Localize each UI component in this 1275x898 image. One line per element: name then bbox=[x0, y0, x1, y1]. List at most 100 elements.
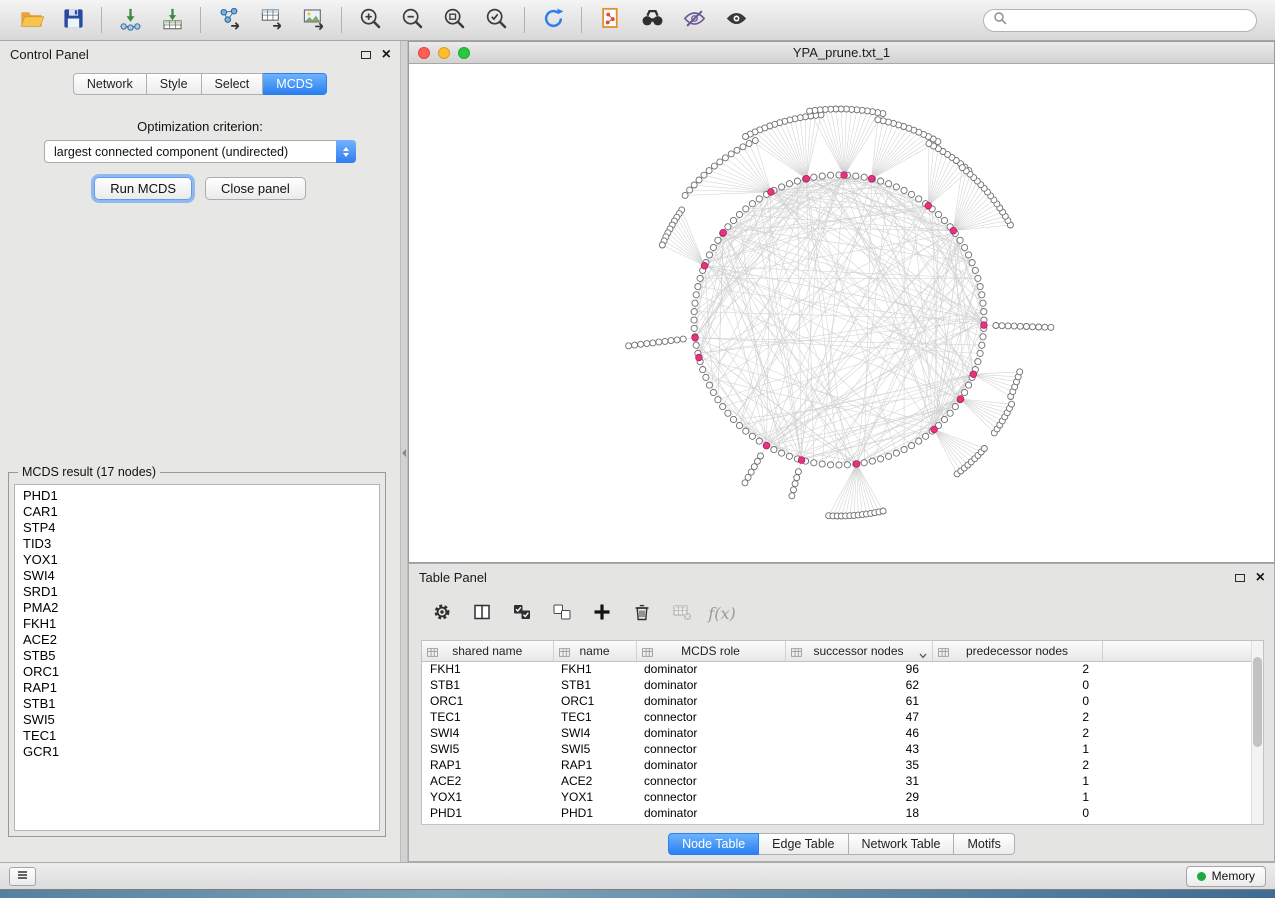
table-row[interactable]: ACE2ACE2connector311 bbox=[422, 773, 1263, 789]
delete-column-button[interactable] bbox=[625, 596, 659, 630]
control-panel: Control Panel × NetworkStyleSelectMCDS O… bbox=[0, 41, 400, 862]
hide-graphics-button[interactable] bbox=[673, 3, 715, 37]
search-input[interactable] bbox=[1013, 12, 1247, 29]
mcds-result-item[interactable]: STP4 bbox=[23, 520, 379, 536]
run-mcds-button[interactable]: Run MCDS bbox=[94, 177, 192, 200]
tab-edge-table[interactable]: Edge Table bbox=[759, 833, 848, 855]
import-table-disabled-button[interactable] bbox=[665, 596, 699, 630]
table-row[interactable]: PHD1PHD1dominator180 bbox=[422, 805, 1263, 821]
export-image-button[interactable] bbox=[292, 3, 334, 37]
mcds-result-item[interactable]: FKH1 bbox=[23, 616, 379, 632]
function-builder-button[interactable]: f(x) bbox=[705, 596, 739, 630]
show-columns-button[interactable] bbox=[465, 596, 499, 630]
clone-network-button[interactable] bbox=[589, 3, 631, 37]
zoom-selected-icon bbox=[484, 6, 509, 34]
panel-splitter[interactable] bbox=[400, 41, 408, 862]
network-search-box[interactable] bbox=[983, 9, 1257, 32]
mcds-result-item[interactable]: CAR1 bbox=[23, 504, 379, 520]
hide-graphics-icon bbox=[682, 6, 707, 34]
column-header-name[interactable]: name bbox=[553, 641, 636, 661]
column-type-icon bbox=[938, 646, 949, 660]
mcds-result-item[interactable]: PHD1 bbox=[23, 488, 379, 504]
show-graphics-button[interactable] bbox=[715, 3, 757, 37]
table-row[interactable]: YOX1YOX1connector291 bbox=[422, 789, 1263, 805]
table-row[interactable]: STB1STB1dominator620 bbox=[422, 677, 1263, 693]
mcds-result-item[interactable]: STB1 bbox=[23, 696, 379, 712]
zoom-out-button[interactable] bbox=[391, 3, 433, 37]
mcds-result-item[interactable]: SWI5 bbox=[23, 712, 379, 728]
close-window-icon[interactable] bbox=[418, 47, 430, 59]
open-file-button[interactable] bbox=[10, 3, 52, 37]
mcds-result-item[interactable]: ACE2 bbox=[23, 632, 379, 648]
table-options-icon bbox=[431, 601, 453, 626]
zoom-selected-button[interactable] bbox=[475, 3, 517, 37]
mcds-result-item[interactable]: TEC1 bbox=[23, 728, 379, 744]
import-network-button[interactable] bbox=[109, 3, 151, 37]
memory-button[interactable]: Memory bbox=[1186, 866, 1266, 887]
table-row[interactable]: ORC1ORC1dominator610 bbox=[422, 693, 1263, 709]
cytoscape-application-window: Control Panel × NetworkStyleSelectMCDS O… bbox=[0, 0, 1275, 890]
close-panel-icon[interactable]: × bbox=[382, 47, 391, 63]
close-table-panel-icon[interactable]: × bbox=[1256, 570, 1265, 586]
table-row[interactable]: FKH1FKH1dominator962 bbox=[422, 661, 1263, 677]
search-network-button[interactable] bbox=[631, 3, 673, 37]
deselect-all-button[interactable] bbox=[545, 596, 579, 630]
import-network-icon bbox=[118, 6, 143, 34]
status-menu-button[interactable] bbox=[9, 867, 36, 886]
import-table-disabled-icon bbox=[671, 601, 693, 626]
float-table-panel-icon[interactable] bbox=[1235, 574, 1245, 582]
table-row[interactable]: RAP1RAP1dominator352 bbox=[422, 757, 1263, 773]
mcds-result-item[interactable]: RAP1 bbox=[23, 680, 379, 696]
splitter-grip-icon[interactable] bbox=[402, 449, 406, 457]
maximize-window-icon[interactable] bbox=[458, 47, 470, 59]
mcds-result-item[interactable]: TID3 bbox=[23, 536, 379, 552]
table-row[interactable]: SWI5SWI5connector431 bbox=[422, 741, 1263, 757]
export-table-button[interactable] bbox=[250, 3, 292, 37]
add-column-icon bbox=[591, 601, 613, 626]
tab-network[interactable]: Network bbox=[73, 73, 147, 95]
delete-column-icon bbox=[631, 601, 653, 626]
mcds-result-item[interactable]: YOX1 bbox=[23, 552, 379, 568]
mcds-result-item[interactable]: STB5 bbox=[23, 648, 379, 664]
table-scrollbar-thumb[interactable] bbox=[1253, 657, 1262, 747]
save-button[interactable] bbox=[52, 3, 94, 37]
minimize-window-icon[interactable] bbox=[438, 47, 450, 59]
tab-network-table[interactable]: Network Table bbox=[849, 833, 955, 855]
tab-mcds[interactable]: MCDS bbox=[263, 73, 327, 95]
column-header-shared-name[interactable]: shared name bbox=[422, 641, 553, 661]
close-panel-button[interactable]: Close panel bbox=[205, 177, 306, 200]
table-row[interactable]: TEC1TEC1connector472 bbox=[422, 709, 1263, 725]
mcds-result-item[interactable]: PMA2 bbox=[23, 600, 379, 616]
mcds-result-list[interactable]: PHD1CAR1STP4TID3YOX1SWI4SRD1PMA2FKH1ACE2… bbox=[14, 484, 380, 831]
export-network-button[interactable] bbox=[208, 3, 250, 37]
criterion-dropdown[interactable]: largest connected component (undirected) bbox=[44, 140, 356, 163]
mcds-result-item[interactable]: GCR1 bbox=[23, 744, 379, 760]
tab-motifs[interactable]: Motifs bbox=[954, 833, 1014, 855]
column-header-successor-nodes[interactable]: successor nodes bbox=[785, 641, 932, 661]
table-scrollbar[interactable] bbox=[1251, 641, 1263, 824]
refresh-view-button[interactable] bbox=[532, 3, 574, 37]
column-header-mcds-role[interactable]: MCDS role bbox=[636, 641, 785, 661]
mcds-result-item[interactable]: ORC1 bbox=[23, 664, 379, 680]
tab-select[interactable]: Select bbox=[202, 73, 264, 95]
float-panel-icon[interactable] bbox=[361, 51, 371, 59]
mcds-result-item[interactable]: SWI4 bbox=[23, 568, 379, 584]
tab-node-table[interactable]: Node Table bbox=[668, 833, 759, 855]
table-options-button[interactable] bbox=[425, 596, 459, 630]
fx-icon: f(x) bbox=[708, 604, 735, 623]
network-nodes[interactable] bbox=[626, 106, 1054, 519]
zoom-out-icon bbox=[400, 6, 425, 34]
tab-style[interactable]: Style bbox=[147, 73, 202, 95]
zoom-in-icon bbox=[358, 6, 383, 34]
mcds-result-item[interactable]: SRD1 bbox=[23, 584, 379, 600]
add-column-button[interactable] bbox=[585, 596, 619, 630]
select-all-button[interactable] bbox=[505, 596, 539, 630]
network-canvas[interactable] bbox=[409, 64, 1274, 562]
network-window-title: YPA_prune.txt_1 bbox=[793, 45, 890, 60]
import-table-button[interactable] bbox=[151, 3, 193, 37]
table-row[interactable]: SWI4SWI4dominator462 bbox=[422, 725, 1263, 741]
zoom-fit-button[interactable] bbox=[433, 3, 475, 37]
zoom-in-button[interactable] bbox=[349, 3, 391, 37]
sort-chevron-icon[interactable] bbox=[919, 648, 927, 661]
column-header-predecessor-nodes[interactable]: predecessor nodes bbox=[932, 641, 1102, 661]
